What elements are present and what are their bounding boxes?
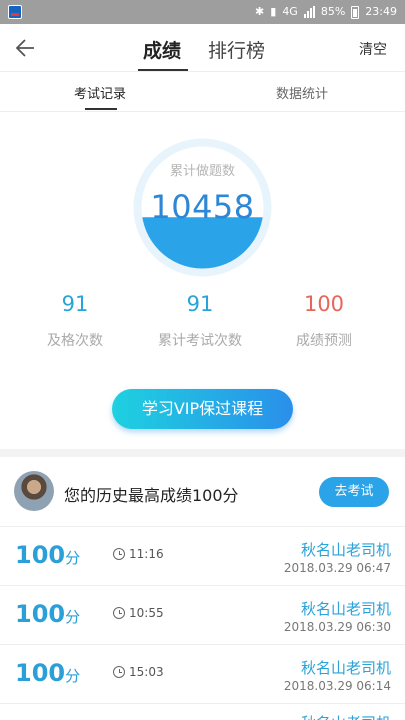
clock-time: 23:49 bbox=[365, 5, 397, 18]
record-username: 秋名山老司机 bbox=[301, 712, 391, 720]
stat-exam-count: 91 累计考试次数 bbox=[140, 292, 260, 350]
status-bar: ✱ ▮ 4G 85% 23:49 bbox=[0, 0, 405, 24]
vibrate-icon: ▮ bbox=[270, 5, 277, 18]
record-date: 2018.03.29 06:14 bbox=[283, 679, 391, 693]
record-score: 100分 bbox=[15, 659, 81, 687]
record-score: 100分 bbox=[15, 600, 81, 628]
clock-icon bbox=[113, 607, 125, 619]
record-username: 秋名山老司机 bbox=[300, 600, 391, 618]
clock-icon bbox=[113, 666, 125, 678]
record-date: 2018.03.29 06:47 bbox=[283, 561, 391, 575]
tab-scores[interactable]: 成绩 bbox=[143, 36, 181, 63]
record-row-partial[interactable]: 秋名山老司机 bbox=[0, 704, 405, 720]
network-type-label: 4G bbox=[282, 5, 298, 18]
back-button[interactable] bbox=[14, 34, 44, 62]
signal-icon bbox=[303, 6, 315, 18]
stat-label: 及格次数 bbox=[47, 333, 103, 349]
record-duration: 11:16 bbox=[113, 547, 164, 561]
stat-value: 100 bbox=[303, 292, 345, 316]
tab-leaderboard[interactable]: 排行榜 bbox=[208, 36, 265, 63]
vip-course-button[interactable]: 学习VIP保过课程 bbox=[112, 389, 293, 429]
total-questions-value: 10458 bbox=[150, 188, 255, 226]
stat-pass-count: 91 及格次数 bbox=[15, 292, 135, 350]
take-exam-button[interactable]: 去考试 bbox=[319, 477, 389, 507]
stat-value: 91 bbox=[186, 292, 214, 316]
record-username: 秋名山老司机 bbox=[300, 541, 391, 559]
sub-tab-bar: 考试记录 数据统计 bbox=[0, 72, 405, 112]
stat-label: 成绩预测 bbox=[296, 333, 352, 349]
app-notification-icon bbox=[8, 5, 22, 19]
section-divider bbox=[0, 449, 405, 457]
best-score-text: 您的历史最高成绩100分 bbox=[64, 486, 239, 505]
subtab-statistics[interactable]: 数据统计 bbox=[276, 83, 328, 102]
record-row[interactable]: 100分 15:03 秋名山老司机 2018.03.29 06:14 bbox=[0, 645, 405, 704]
back-arrow-icon bbox=[15, 39, 34, 57]
stat-value: 91 bbox=[61, 292, 89, 316]
stat-score-prediction: 100 成绩预测 bbox=[264, 292, 384, 350]
best-score-row: 您的历史最高成绩100分 去考试 bbox=[0, 457, 405, 527]
battery-percent: 85% bbox=[320, 5, 346, 18]
clear-button[interactable]: 清空 bbox=[359, 39, 387, 59]
active-tab-indicator bbox=[138, 69, 188, 71]
clock-icon bbox=[113, 548, 125, 560]
active-subtab-indicator bbox=[85, 108, 117, 110]
record-duration: 15:03 bbox=[113, 665, 164, 679]
record-username: 秋名山老司机 bbox=[300, 659, 391, 677]
total-questions-label: 累计做题数 bbox=[169, 164, 235, 179]
top-nav-bar: 成绩 排行榜 清空 bbox=[0, 24, 405, 72]
subtab-exam-records[interactable]: 考试记录 bbox=[74, 83, 126, 102]
record-row[interactable]: 100分 10:55 秋名山老司机 2018.03.29 06:30 bbox=[0, 586, 405, 645]
record-date: 2018.03.29 06:30 bbox=[283, 620, 391, 634]
battery-icon bbox=[351, 5, 360, 19]
record-row[interactable]: 100分 11:16 秋名山老司机 2018.03.29 06:47 bbox=[0, 527, 405, 586]
record-duration: 10:55 bbox=[113, 606, 164, 620]
user-avatar bbox=[14, 471, 54, 511]
record-score: 100分 bbox=[15, 541, 81, 569]
bluetooth-icon: ✱ bbox=[255, 5, 265, 18]
stat-label: 累计考试次数 bbox=[158, 333, 242, 349]
